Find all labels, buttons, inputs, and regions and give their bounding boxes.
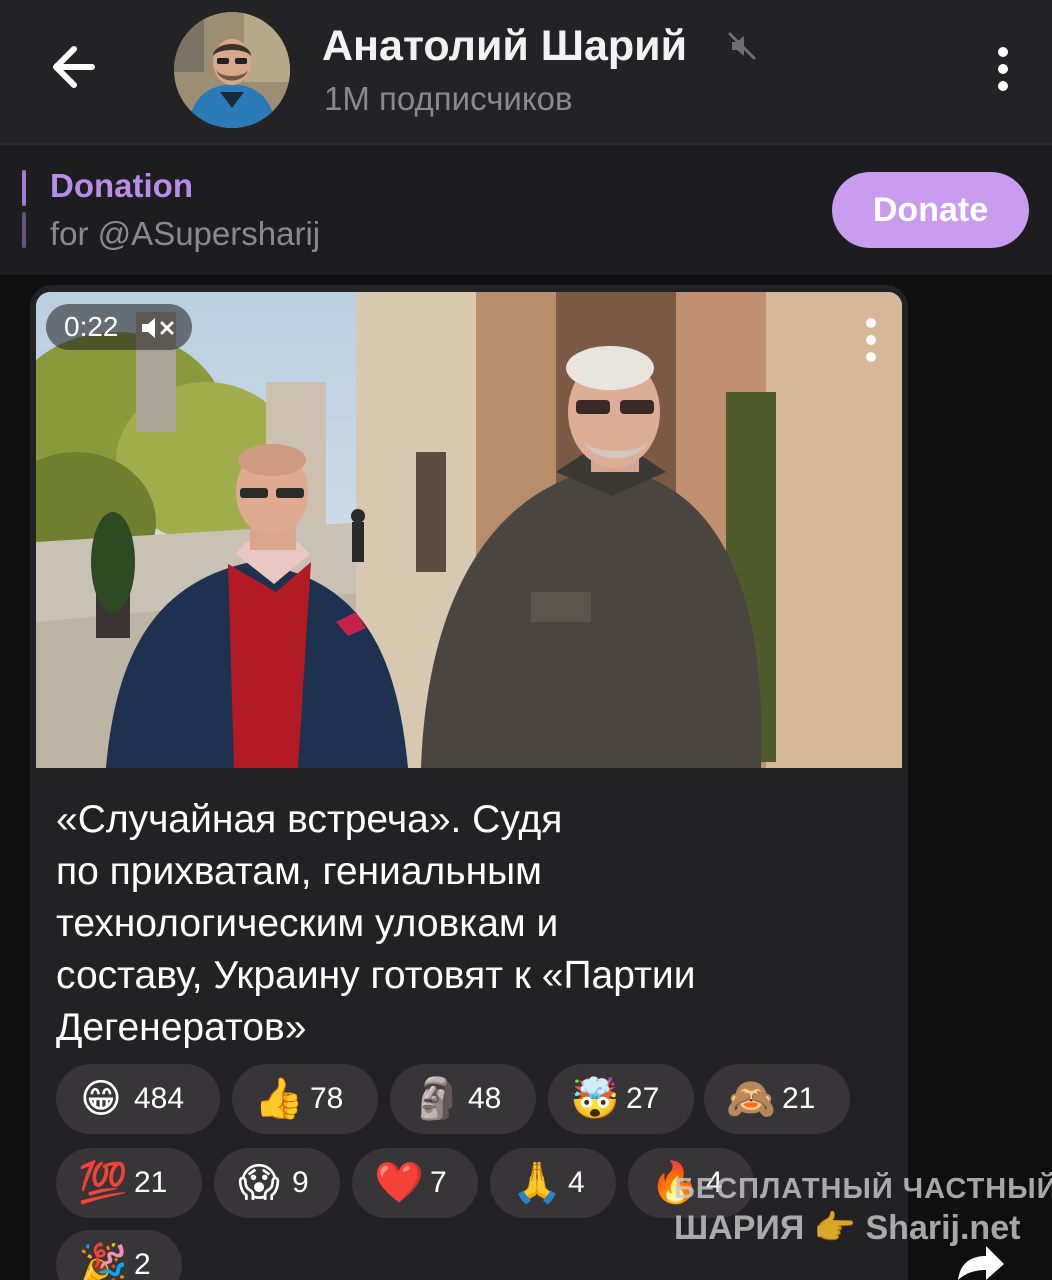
caption-line: «Случайная встреча». Судя [56,798,563,841]
reaction-moai[interactable]: 🗿 48 [390,1064,536,1134]
channel-avatar[interactable] [174,12,290,128]
reaction-party[interactable]: 🎉 2 [56,1230,182,1280]
muted-speaker-icon [728,32,756,60]
channel-name[interactable]: Анатолий Шарий [322,22,687,71]
share-arrow-icon[interactable] [948,1240,1008,1280]
video-player[interactable] [36,292,902,768]
reaction-thumbs-up[interactable]: 👍 78 [232,1064,378,1134]
more-menu-button[interactable] [986,44,1020,94]
message-caption: «Случайная встреча». Судя по прихватам, … [56,794,886,1054]
pinned-title: Donation [50,167,193,204]
screaming-face-icon: 😱 [238,1161,280,1205]
reaction-count: 21 [134,1166,168,1199]
reaction-count: 2 [134,1248,151,1280]
donate-button[interactable]: Donate [832,172,1029,248]
reaction-count: 21 [782,1082,816,1115]
party-popper-icon: 🎉 [78,1243,128,1280]
caption-line: составу, Украину готовят к «Партии [56,954,696,997]
video-menu-icon[interactable] [860,316,882,364]
reaction-hundred[interactable]: 💯 21 [56,1148,202,1218]
folded-hands-icon: 🙏 [512,1161,562,1205]
pinned-message-bar[interactable]: Donation for @ASupersharij Donate [0,143,1052,275]
subscriber-count: 1M подписчиков [324,80,573,117]
reaction-see-no-evil[interactable]: 🙈 21 [704,1064,850,1134]
caption-line: технологическим уловкам и [56,902,559,945]
more-vertical-icon [998,47,1008,91]
reaction-count: 7 [430,1166,447,1199]
reaction-count: 78 [310,1082,344,1115]
caption-line: Дегенератов» [56,1006,307,1049]
reaction-count: 48 [468,1082,502,1115]
see-no-evil-monkey-icon: 🙈 [726,1077,776,1121]
thumbs-up-icon: 👍 [254,1077,304,1121]
red-heart-icon: ❤️ [374,1161,424,1205]
reaction-count: 484 [134,1082,185,1115]
pinned-indicator [22,170,26,248]
reaction-count: 9 [292,1166,309,1199]
moai-icon: 🗿 [412,1077,462,1121]
back-button[interactable] [40,36,110,98]
watermark-line-1: БЕСПЛАТНЫЙ ЧАСТНЫЙ [674,1173,1052,1205]
video-frame [36,292,902,768]
reaction-scream[interactable]: 😱 9 [214,1148,340,1218]
divider [0,143,1052,145]
reaction-count: 27 [626,1082,660,1115]
channel-header: Анатолий Шарий 1M подписчиков [0,0,1052,143]
avatar-photo [174,12,290,128]
reaction-heart[interactable]: ❤️ 7 [352,1148,478,1218]
reaction-grin[interactable]: 😁 484 [56,1064,220,1134]
pinned-subtitle: for @ASupersharij [50,215,321,252]
reaction-pray[interactable]: 🙏 4 [490,1148,616,1218]
arrow-left-icon [53,46,95,88]
video-duration: 0:22 [64,311,119,342]
hundred-points-icon: 💯 [78,1161,128,1205]
reaction-exploding-head[interactable]: 🤯 27 [548,1064,694,1134]
exploding-head-icon: 🤯 [570,1077,620,1121]
grinning-face-icon: 😁 [80,1077,122,1121]
muted-video-sound-icon[interactable] [140,314,178,342]
caption-line: по прихватам, гениальным [56,850,542,893]
reaction-count: 4 [568,1166,585,1199]
telegram-channel-screen: Анатолий Шарий 1M подписчиков Donation f… [0,0,1052,1280]
